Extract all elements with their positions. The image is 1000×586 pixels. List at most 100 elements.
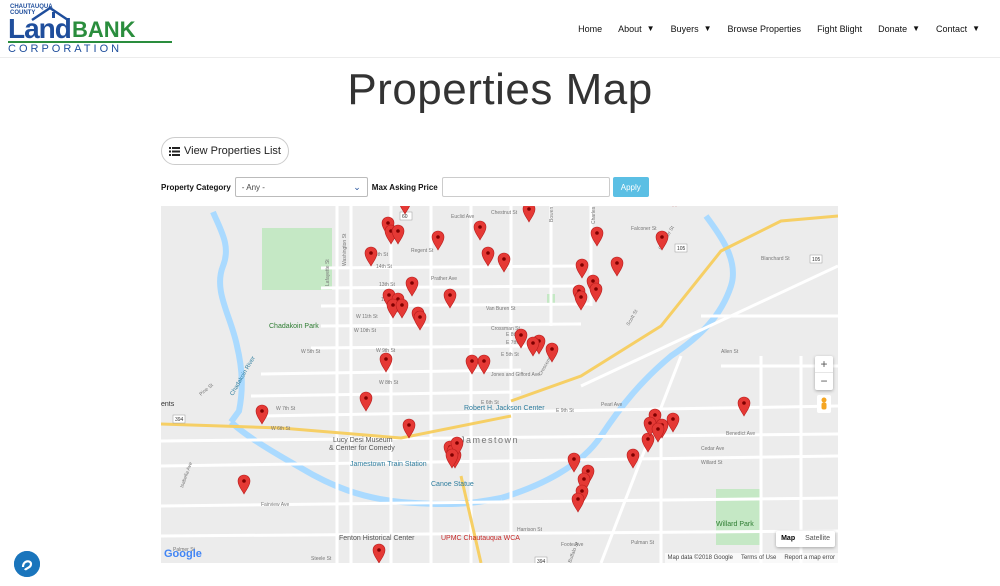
marker-dot bbox=[377, 548, 381, 552]
logo-corporation-text: CORPORATION bbox=[8, 43, 123, 55]
street-label: Regent St bbox=[411, 248, 434, 254]
marker-dot bbox=[418, 315, 422, 319]
apply-button[interactable]: Apply bbox=[612, 177, 649, 197]
lucy-desi-label-1: Lucy Desi Museum bbox=[333, 437, 393, 444]
marker-dot bbox=[742, 401, 746, 405]
street-label: Steele St bbox=[311, 556, 332, 562]
street-label: Bowen St bbox=[549, 206, 555, 222]
street-label: W 7th St bbox=[276, 406, 296, 412]
lucy-desi-label-2: & Center for Comedy bbox=[329, 445, 395, 452]
nav-label: Home bbox=[578, 24, 603, 34]
nav-about[interactable]: About ▼ bbox=[610, 22, 662, 36]
view-properties-list-button[interactable]: View Properties List bbox=[161, 137, 289, 165]
marker-dot bbox=[482, 359, 486, 363]
willard-park-area bbox=[716, 489, 760, 545]
willard-park-label: Willard Park bbox=[716, 521, 754, 528]
property-marker-pin[interactable] bbox=[391, 224, 405, 245]
nav-fight-blight[interactable]: Fight Blight bbox=[809, 22, 870, 36]
street-label: Willard St bbox=[701, 460, 723, 466]
marker-dot bbox=[550, 347, 554, 351]
marker-dot bbox=[582, 477, 586, 481]
report-map-error-link[interactable]: Report a map error bbox=[784, 554, 835, 562]
site-header: CHAUTAUQUA COUNTY Land BANK CORPORATION … bbox=[0, 0, 1000, 58]
main-nav: Home About ▼ Buyers ▼ Browse Properties Fi… bbox=[570, 22, 988, 36]
route-shield-label: 105 bbox=[812, 257, 821, 263]
street-label: Prather Ave bbox=[431, 276, 457, 282]
park-area bbox=[262, 228, 332, 290]
google-logo-text: Google bbox=[164, 548, 202, 560]
street-label: W 10th St bbox=[354, 328, 377, 334]
property-marker-pin[interactable] bbox=[237, 474, 251, 495]
street-label: E 9th St bbox=[556, 408, 574, 414]
marker-dot bbox=[648, 421, 652, 425]
marker-dot bbox=[660, 235, 664, 239]
landbank-logo[interactable]: CHAUTAUQUA COUNTY Land BANK CORPORATION bbox=[8, 4, 178, 55]
property-category-select[interactable]: - Any - ⌄ bbox=[234, 177, 368, 197]
property-marker-pin[interactable] bbox=[666, 412, 680, 433]
property-marker-pin[interactable] bbox=[481, 246, 495, 267]
map-type-satellite-button[interactable]: Satellite bbox=[800, 531, 835, 547]
property-marker-pin[interactable] bbox=[626, 448, 640, 469]
chat-widget-button[interactable] bbox=[14, 551, 40, 577]
nav-contact[interactable]: Contact ▼ bbox=[928, 22, 988, 36]
nav-label: Contact bbox=[936, 24, 968, 34]
street-label: Allen St bbox=[721, 349, 739, 355]
property-marker-pin[interactable] bbox=[372, 543, 386, 563]
ents-label: ents bbox=[161, 401, 175, 408]
marker-dot bbox=[580, 263, 584, 267]
page-title: Properties Map bbox=[347, 65, 653, 114]
property-marker-pin[interactable] bbox=[737, 396, 751, 417]
max-asking-price-label: Max Asking Price bbox=[371, 182, 438, 192]
property-marker-pin[interactable] bbox=[574, 290, 588, 311]
property-marker-pin[interactable] bbox=[590, 226, 604, 247]
street-view-pegman-icon[interactable] bbox=[817, 395, 831, 413]
marker-dot bbox=[450, 453, 454, 457]
route-shield-label: 394 bbox=[537, 559, 546, 563]
terms-of-use-link[interactable]: Terms of Use bbox=[741, 554, 776, 562]
marker-dot bbox=[586, 469, 590, 473]
nav-donate[interactable]: Donate ▼ bbox=[870, 22, 928, 36]
marker-dot bbox=[653, 413, 657, 417]
street-label: W 11th St bbox=[356, 314, 378, 320]
street-label: W 6th St bbox=[271, 426, 291, 432]
logo-bank-text: BANK bbox=[72, 17, 136, 42]
nav-browse-properties[interactable]: Browse Properties bbox=[720, 22, 810, 36]
marker-dot bbox=[436, 235, 440, 239]
select-value: - Any - bbox=[241, 182, 265, 192]
property-category-label: Property Category bbox=[161, 182, 231, 192]
chadakoin-park-label: Chadakoin Park bbox=[269, 323, 319, 330]
property-marker-pin[interactable] bbox=[497, 252, 511, 273]
property-marker-pin[interactable] bbox=[473, 220, 487, 241]
zoom-in-button[interactable]: + bbox=[815, 356, 833, 373]
marker-dot bbox=[260, 409, 264, 413]
street-label: Falconer St bbox=[631, 226, 657, 232]
map-type-map-button[interactable]: Map bbox=[776, 531, 800, 547]
street-label: Washington St bbox=[342, 233, 348, 266]
property-marker-pin[interactable] bbox=[359, 391, 373, 412]
property-marker-pin[interactable] bbox=[526, 336, 540, 357]
property-marker-pin[interactable] bbox=[395, 298, 409, 319]
marker-dot bbox=[579, 295, 583, 299]
property-marker-pin[interactable] bbox=[610, 256, 624, 277]
google-logo[interactable]: Google bbox=[164, 548, 202, 560]
property-marker-pin[interactable] bbox=[575, 258, 589, 279]
property-marker-pin[interactable] bbox=[413, 310, 427, 331]
property-marker-pin[interactable] bbox=[255, 404, 269, 425]
nav-buyers[interactable]: Buyers ▼ bbox=[663, 22, 720, 36]
street-label: Cedar Ave bbox=[701, 446, 724, 452]
nav-home[interactable]: Home bbox=[570, 22, 610, 36]
property-marker-pin[interactable] bbox=[405, 276, 419, 297]
street-label: Pulman St bbox=[631, 540, 655, 546]
property-marker-pin[interactable] bbox=[431, 230, 445, 251]
properties-map[interactable]: Chadakoin Park Robert H. Jackson Center … bbox=[161, 206, 838, 563]
zoom-out-button[interactable]: − bbox=[815, 373, 833, 390]
max-asking-price-input[interactable] bbox=[441, 177, 610, 197]
map-type-control: Map Satellite bbox=[776, 531, 835, 547]
street-label: W 8th St bbox=[379, 380, 399, 386]
route-shield-label: 105 bbox=[677, 246, 686, 252]
map-data-text: Map data ©2018 Google bbox=[667, 555, 733, 561]
jamestown-label: Jamestown bbox=[460, 435, 519, 445]
property-marker-pin[interactable] bbox=[571, 492, 585, 513]
logo-land-text: Land bbox=[8, 13, 72, 44]
caret-down-icon: ▼ bbox=[703, 24, 712, 33]
